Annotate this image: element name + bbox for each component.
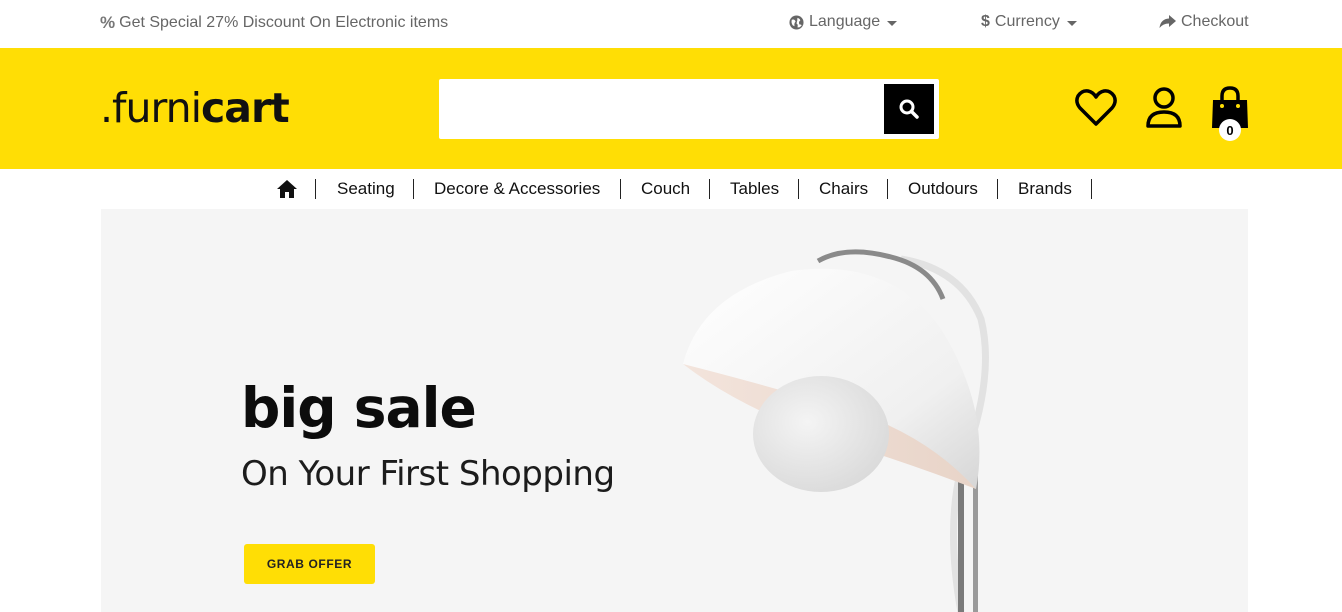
hero-title: big sale xyxy=(241,376,477,440)
hero-subtitle: On Your First Shopping xyxy=(241,454,615,494)
nav-item-chairs[interactable]: Chairs xyxy=(819,179,868,199)
nav-item-decore-accessories[interactable]: Decore & Accessories xyxy=(434,179,600,199)
nav-divider xyxy=(1091,179,1092,199)
promo-banner: % Get Special 27% Discount On Electronic… xyxy=(100,13,448,33)
share-arrow-icon xyxy=(1159,15,1176,28)
language-label: Language xyxy=(809,13,881,30)
nav-item-couch[interactable]: Couch xyxy=(641,179,690,199)
nav-item-outdours[interactable]: Outdours xyxy=(908,179,978,199)
nav-divider xyxy=(997,179,998,199)
hero-banner: big sale On Your First Shopping GRAB OFF… xyxy=(101,209,1248,612)
top-bar: % Get Special 27% Discount On Electronic… xyxy=(0,0,1342,48)
nav-divider xyxy=(315,179,316,199)
caret-down-icon xyxy=(1066,21,1077,26)
home-icon[interactable] xyxy=(276,179,298,199)
caret-down-icon xyxy=(887,21,898,26)
nav-divider xyxy=(709,179,710,199)
heart-icon[interactable] xyxy=(1075,88,1117,128)
percent-icon: % xyxy=(100,13,116,32)
nav-item-tables[interactable]: Tables xyxy=(730,179,779,199)
lamp-product-image xyxy=(683,249,989,612)
nav-divider xyxy=(413,179,414,199)
nav-item-seating[interactable]: Seating xyxy=(337,179,395,199)
logo-prefix: .furni xyxy=(100,84,202,132)
main-nav: Seating Decore & Accessories Couch Table… xyxy=(0,169,1342,209)
currency-label: Currency xyxy=(994,13,1060,30)
search-input[interactable] xyxy=(439,79,879,139)
nav-divider xyxy=(798,179,799,199)
logo-suffix: cart xyxy=(200,84,290,132)
search-button[interactable] xyxy=(884,84,934,134)
globe-icon xyxy=(789,14,804,30)
grab-offer-button[interactable]: GRAB OFFER xyxy=(244,544,375,584)
user-icon[interactable] xyxy=(1145,86,1183,130)
site-logo[interactable]: .furnicart xyxy=(100,84,290,132)
nav-item-brands[interactable]: Brands xyxy=(1018,179,1072,199)
search-icon xyxy=(899,99,919,119)
nav-divider xyxy=(620,179,621,199)
language-selector[interactable]: Language xyxy=(789,13,898,31)
cart-count-badge: 0 xyxy=(1219,119,1241,141)
dollar-icon: $ xyxy=(981,13,990,30)
search-box xyxy=(439,79,939,139)
checkout-link[interactable]: Checkout xyxy=(1159,13,1249,31)
nav-divider xyxy=(887,179,888,199)
promo-text: Get Special 27% Discount On Electronic i… xyxy=(119,14,449,31)
checkout-label: Checkout xyxy=(1181,13,1249,30)
currency-selector[interactable]: $ Currency xyxy=(981,13,1077,31)
